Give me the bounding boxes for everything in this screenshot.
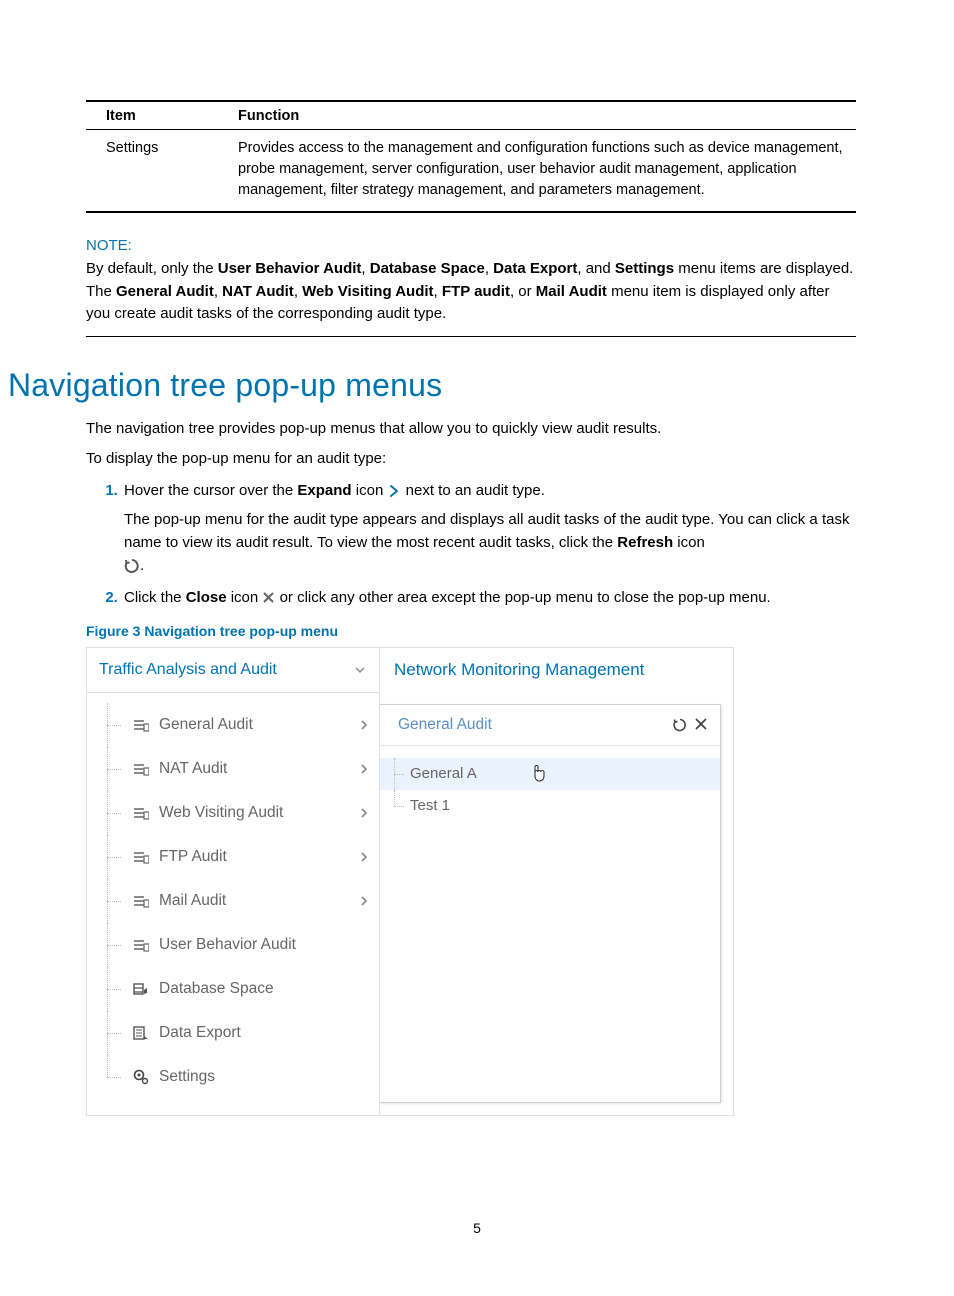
steps-list: Hover the cursor over the Expand icon ne… xyxy=(86,479,856,609)
note-label: NOTE: xyxy=(86,237,856,254)
audit-icon xyxy=(131,761,151,777)
expand-icon xyxy=(387,484,401,498)
tree-item-label: FTP Audit xyxy=(159,848,227,866)
tree-item-settings[interactable]: Settings xyxy=(87,1055,379,1099)
export-icon xyxy=(131,1025,151,1041)
figure-caption: Figure 3 Navigation tree pop-up menu xyxy=(86,623,856,639)
chevron-right-icon[interactable] xyxy=(359,763,369,775)
nav-tree-title: Traffic Analysis and Audit xyxy=(99,661,277,679)
tree-item-mail-audit[interactable]: Mail Audit xyxy=(87,879,379,923)
intro-text-1: The navigation tree provides pop-up menu… xyxy=(86,418,856,441)
step-1: Hover the cursor over the Expand icon ne… xyxy=(122,479,856,578)
close-icon xyxy=(262,591,275,604)
popup-item[interactable]: General A xyxy=(380,758,720,790)
tree-item-label: User Behavior Audit xyxy=(159,936,296,954)
popup-panel-title: General Audit xyxy=(398,716,492,734)
audit-icon xyxy=(131,805,151,821)
tree-item-database-space[interactable]: Database Space xyxy=(87,967,379,1011)
chevron-right-icon[interactable] xyxy=(359,895,369,907)
intro-text-2: To display the pop-up menu for an audit … xyxy=(86,448,856,471)
popup-panel-header: General Audit xyxy=(380,705,720,746)
step-2: Click the Close icon or click any other … xyxy=(122,586,856,609)
tree-item-label: Mail Audit xyxy=(159,892,226,910)
gear-icon xyxy=(131,1069,151,1085)
tree-item-label: Web Visiting Audit xyxy=(159,804,283,822)
tree-item-label: Database Space xyxy=(159,980,274,998)
tree-item-label: Data Export xyxy=(159,1024,241,1042)
audit-icon xyxy=(131,717,151,733)
tree-item-nat-audit[interactable]: NAT Audit xyxy=(87,747,379,791)
chevron-down-icon[interactable] xyxy=(353,663,367,677)
nav-tree-header[interactable]: Traffic Analysis and Audit xyxy=(87,648,379,693)
figure-screenshot: Traffic Analysis and Audit General Audit xyxy=(86,647,734,1116)
audit-icon xyxy=(131,893,151,909)
tree-item-web-visiting-audit[interactable]: Web Visiting Audit xyxy=(87,791,379,835)
popup-panel: General Audit General A xyxy=(380,704,721,1103)
database-icon xyxy=(131,981,151,997)
popup-item[interactable]: Test 1 xyxy=(380,790,720,822)
tree-item-data-export[interactable]: Data Export xyxy=(87,1011,379,1055)
refresh-icon xyxy=(124,558,140,574)
function-table: Item Function Settings Provides access t… xyxy=(86,100,856,213)
tree-item-label: Settings xyxy=(159,1068,215,1086)
table-cell-function: Provides access to the management and co… xyxy=(232,130,856,213)
tree-item-general-audit[interactable]: General Audit xyxy=(87,703,379,747)
table-cell-item: Settings xyxy=(86,130,232,213)
table-header-item: Item xyxy=(86,101,232,130)
popup-item-label: Test 1 xyxy=(410,797,450,814)
tree-item-label: NAT Audit xyxy=(159,760,227,778)
chevron-right-icon[interactable] xyxy=(359,719,369,731)
nav-tree: General Audit NAT Audit Web Visiting Aud… xyxy=(87,693,379,1115)
tree-item-ftp-audit[interactable]: FTP Audit xyxy=(87,835,379,879)
popup-item-label: General A xyxy=(410,765,477,782)
section-heading: Navigation tree pop-up menus xyxy=(8,367,856,404)
close-icon[interactable] xyxy=(694,717,708,733)
chevron-right-icon[interactable] xyxy=(359,807,369,819)
tree-item-label: General Audit xyxy=(159,716,253,734)
chevron-right-icon[interactable] xyxy=(359,851,369,863)
tree-item-user-behavior-audit[interactable]: User Behavior Audit xyxy=(87,923,379,967)
audit-icon xyxy=(131,937,151,953)
page-number: 5 xyxy=(0,1220,954,1236)
note-body: By default, only the User Behavior Audit… xyxy=(86,258,856,337)
audit-icon xyxy=(131,849,151,865)
table-row: Settings Provides access to the manageme… xyxy=(86,130,856,213)
nav-tree-pane: Traffic Analysis and Audit General Audit xyxy=(87,648,379,1115)
popup-pane: Network Monitoring Management General Au… xyxy=(379,648,733,1115)
refresh-icon[interactable] xyxy=(672,717,688,733)
cursor-pointer-icon xyxy=(528,763,548,785)
table-header-function: Function xyxy=(232,101,856,130)
popup-section-header: Network Monitoring Management xyxy=(380,648,733,692)
